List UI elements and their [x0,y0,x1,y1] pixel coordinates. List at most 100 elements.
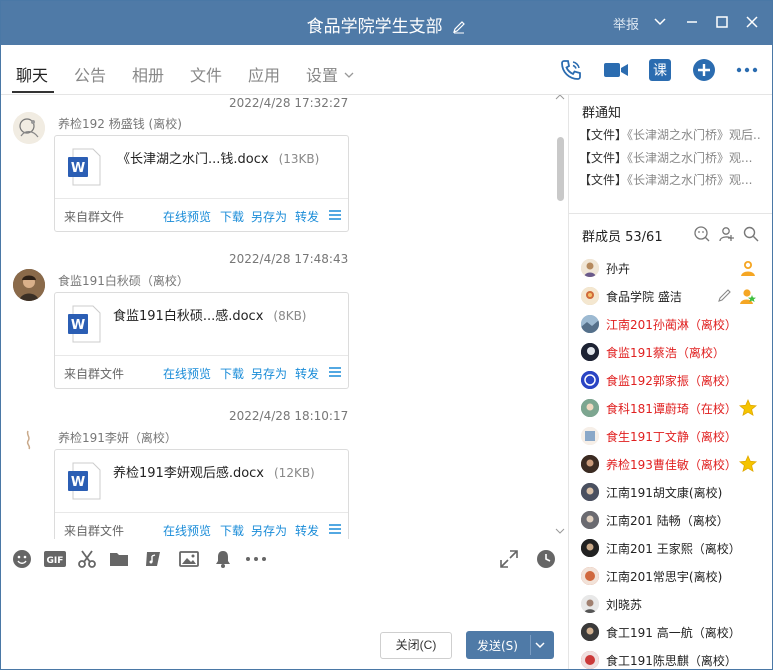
scissors-icon[interactable] [77,549,97,569]
tab-files[interactable]: 文件 [190,62,222,86]
chat-scrollbar-thumb[interactable] [557,137,564,201]
gif-icon[interactable]: GIF [44,549,66,569]
folder-icon[interactable] [109,549,129,569]
maximize-icon[interactable] [713,13,731,31]
edit-title-icon[interactable] [452,20,466,37]
emoji-icon[interactable] [12,549,32,569]
download-link[interactable]: 下载 [220,365,244,382]
avatar [581,259,599,277]
forward-link[interactable]: 转发 [295,365,319,382]
sender-name[interactable]: 食监191白秋硕（离校） [58,272,189,289]
class-icon[interactable]: 课 [648,58,672,82]
sender-name[interactable]: 养检192 杨盛钱 (离校) [58,115,182,132]
member-name: 食监192郭家振（离校） [606,374,737,388]
report-link[interactable]: 举报 [613,14,639,33]
save-as-link[interactable]: 另存为 [251,208,287,225]
member-item[interactable]: 食品学院 盛洁 [581,285,761,307]
send-button[interactable]: 发送(S) [466,631,554,659]
member-item[interactable]: 食工191陈思麒（离校） [581,649,761,669]
image-icon[interactable] [179,549,199,569]
send-button-label: 发送(S) [477,639,518,653]
member-item[interactable]: 江南201 王家熙（离校） [581,537,761,559]
member-item[interactable]: 养检193曹佳敏（离校） [581,453,761,475]
word-document-icon: W [67,148,101,186]
file-message-card[interactable]: W 养检191李妍观后感.docx (12KB) 来自群文件 在线预览 下载 另存… [54,449,349,539]
send-options-chevron-icon[interactable] [534,639,546,653]
save-as-link[interactable]: 另存为 [251,522,287,539]
forward-link[interactable]: 转发 [295,208,319,225]
scroll-up-icon[interactable] [555,95,565,104]
group-notice-title[interactable]: 群通知 [582,102,621,121]
download-link[interactable]: 下载 [220,208,244,225]
member-name: 食监191蔡浩（离校） [606,346,725,360]
tab-announcement[interactable]: 公告 [74,62,106,86]
phone-call-icon[interactable] [559,58,583,82]
menu-lines-icon[interactable] [329,209,341,221]
save-as-link[interactable]: 另存为 [251,365,287,382]
file-source: 来自群文件 [64,524,125,538]
member-item[interactable]: 刘晓苏 [581,593,761,615]
tab-apps[interactable]: 应用 [248,62,280,86]
file-message-card[interactable]: W 《长津湖之水门...钱.docx (13KB) 来自群文件 在线预览 下载 另… [54,135,349,232]
add-plus-icon[interactable] [692,58,716,82]
preview-online-link[interactable]: 在线预览 [163,365,211,382]
expand-icon[interactable] [499,549,519,569]
music-note-icon[interactable] [143,549,163,569]
star-icon [739,398,757,417]
group-title[interactable]: 食品学院学生支部 [307,17,443,37]
file-name-row[interactable]: 养检191李妍观后感.docx (12KB) [113,462,315,481]
close-button[interactable]: 关闭(C) [380,632,452,659]
notice-item[interactable]: 【文件】《长津湖之水门桥》观... [579,149,761,166]
scroll-down-icon[interactable] [555,527,565,538]
avatar [581,343,599,361]
chevron-down-icon [344,64,354,83]
notice-text: 《长津湖之水门桥》观后... [627,128,761,142]
member-item[interactable]: 食监191蔡浩（离校） [581,341,761,363]
avatar[interactable] [13,112,45,144]
file-name-row[interactable]: 食监191白秋硕...感.docx (8KB) [113,305,307,324]
more-options-icon[interactable] [244,549,268,569]
tab-album[interactable]: 相册 [132,62,164,86]
member-item[interactable]: 食科181谭蔚琦（在校） [581,397,761,419]
close-icon[interactable] [743,13,761,31]
member-name: 江南201 陆畅（离校） [606,514,729,528]
search-icon[interactable] [743,226,759,242]
download-link[interactable]: 下载 [220,522,244,539]
menu-lines-icon[interactable] [329,366,341,378]
avatar[interactable] [19,429,39,451]
history-clock-icon[interactable] [536,549,556,569]
notice-item[interactable]: 【文件】《长津湖之水门桥》观后... [579,126,761,143]
menu-lines-icon[interactable] [329,523,341,535]
member-item[interactable]: 食工191 高一航（离校） [581,621,761,643]
chevron-down-icon[interactable] [651,13,669,31]
minimize-icon[interactable] [683,13,701,31]
member-item[interactable]: 江南201孙蔺淋（离校） [581,313,761,335]
preview-online-link[interactable]: 在线预览 [163,522,211,539]
member-item[interactable]: 江南201常思宇(离校) [581,565,761,587]
tab-bar: 聊天 公告 相册 文件 应用 设置 课 [1,45,772,95]
sender-name[interactable]: 养检191李妍（离校） [58,429,177,446]
member-item[interactable]: 江南191胡文康(离校) [581,481,761,503]
title-bar: 食品学院学生支部 举报 [1,1,772,45]
member-item[interactable]: 孙卉 [581,257,761,279]
tab-settings[interactable]: 设置 [306,62,354,86]
forward-link[interactable]: 转发 [295,522,319,539]
more-options-icon[interactable] [735,58,759,82]
edit-icon[interactable] [717,288,732,303]
member-item[interactable]: 江南201 陆畅（离校） [581,509,761,531]
add-member-icon[interactable] [719,226,735,242]
avatar[interactable] [13,269,45,301]
notice-item[interactable]: 【文件】《长津湖之水门桥》观... [579,171,761,188]
tab-chat[interactable]: 聊天 [16,62,48,86]
file-name-row[interactable]: 《长津湖之水门...钱.docx (13KB) [117,148,319,167]
file-message-card[interactable]: W 食监191白秋硕...感.docx (8KB) 来自群文件 在线预览 下载 另… [54,292,349,389]
send-split-divider [530,635,531,655]
bell-icon[interactable] [213,549,233,569]
active-tab-indicator [12,91,54,93]
video-call-icon[interactable] [603,58,628,82]
member-item[interactable]: 食监192郭家振（离校） [581,369,761,391]
preview-online-link[interactable]: 在线预览 [163,208,211,225]
member-search-face-icon[interactable] [694,226,710,242]
member-item[interactable]: 食生191丁文静（离校） [581,425,761,447]
chat-message-area[interactable]: 2022/4/28 17:32:27 养检192 杨盛钱 (离校) W 《长津湖… [1,95,568,539]
